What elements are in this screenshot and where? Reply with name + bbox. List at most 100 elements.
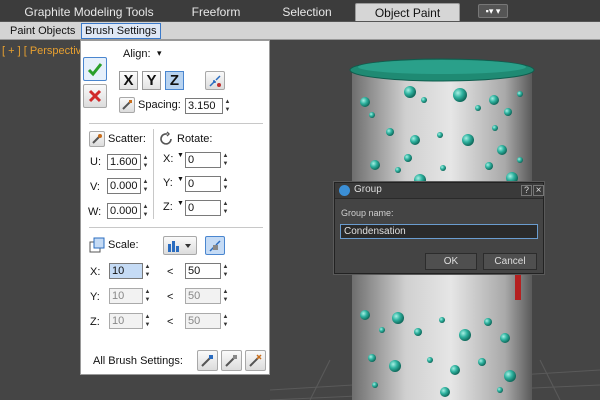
scale-mode-icon — [168, 240, 191, 252]
spinner-arrows[interactable]: ▲ ▼ — [222, 152, 229, 168]
rotate-z-input[interactable] — [185, 200, 221, 216]
ok-button[interactable]: OK — [425, 253, 477, 270]
scale-x-less-than: < — [167, 266, 174, 278]
can-lid-top — [358, 60, 526, 74]
scatter-v-input[interactable] — [107, 178, 141, 194]
align-z-button[interactable]: Z — [165, 71, 184, 90]
scale-x-label: X: — [90, 266, 101, 278]
tab-freeform[interactable]: Freeform — [186, 3, 246, 21]
brush-icon — [122, 100, 132, 110]
subtab-brush-settings[interactable]: Brush Settings — [81, 23, 161, 39]
help-button[interactable]: ? — [521, 185, 532, 196]
scale-y-max-input[interactable] — [185, 288, 221, 304]
rotate-x-spinner[interactable]: ▲▼ — [185, 152, 229, 168]
rotate-y-dropdown[interactable]: ▼ — [177, 176, 184, 183]
close-button[interactable]: × — [533, 185, 544, 196]
subtab-paint-objects[interactable]: Paint Objects — [6, 23, 79, 39]
divider — [153, 129, 154, 219]
flip-axis-button[interactable] — [205, 71, 225, 90]
scatter-w-label: W: — [88, 206, 102, 218]
spinner-arrows[interactable]: ▲ ▼ — [222, 288, 229, 304]
scale-z-min-spinner[interactable]: ▲▼ — [109, 313, 151, 329]
scatter-label: Scatter: — [108, 133, 146, 145]
scale-z-max-input[interactable] — [185, 313, 221, 329]
scatter-w-spinner[interactable]: ▲▼ — [107, 203, 149, 219]
rotate-z-spinner[interactable]: ▲▼ — [185, 200, 229, 216]
reset-brush-settings-button[interactable] — [245, 350, 266, 371]
scatter-icon-button[interactable] — [89, 131, 105, 147]
tab-selection[interactable]: Selection — [276, 3, 338, 21]
rotate-y-label: Y: — [163, 177, 173, 189]
scale-icon — [89, 237, 105, 253]
spinner-arrows[interactable]: ▲ ▼ — [144, 288, 151, 304]
align-label: Align: — [123, 48, 151, 60]
viewport-label[interactable]: [ + ] [ Perspective — [2, 45, 87, 57]
align-x-button[interactable]: X — [119, 71, 138, 90]
accept-button[interactable] — [83, 57, 107, 81]
scatter-v-label: V: — [90, 181, 100, 193]
tab-graphite-modeling-tools[interactable]: Graphite Modeling Tools — [14, 3, 164, 21]
scale-y-min-spinner[interactable]: ▲▼ — [109, 288, 151, 304]
spinner-arrows[interactable]: ▲ ▼ — [144, 313, 151, 329]
align-y-button[interactable]: Y — [142, 71, 161, 90]
spacing-input[interactable] — [185, 98, 223, 114]
scale-mode-dropdown[interactable] — [163, 236, 197, 255]
spinner-arrows[interactable]: ▲ ▼ — [222, 263, 229, 279]
rotate-y-input[interactable] — [185, 176, 221, 192]
rotate-x-input[interactable] — [185, 152, 221, 168]
save-brush-settings-button[interactable] — [197, 350, 218, 371]
spinner-arrows[interactable]: ▲ ▼ — [142, 178, 149, 194]
scale-z-less-than: < — [167, 316, 174, 328]
scale-z-min-input[interactable] — [109, 313, 143, 329]
spacing-spinner[interactable]: ▲▼ — [185, 98, 231, 114]
scale-x-max-input[interactable] — [185, 263, 221, 279]
spinner-arrows[interactable]: ▲ ▼ — [142, 203, 149, 219]
scale-x-min-spinner[interactable]: ▲▼ — [109, 263, 151, 279]
divider — [89, 227, 263, 228]
spinner-arrows[interactable]: ▲ ▼ — [144, 263, 151, 279]
cancel-button[interactable] — [83, 84, 107, 108]
scale-lock-button[interactable] — [205, 236, 225, 255]
scatter-u-input[interactable] — [107, 154, 141, 170]
flip-axis-icon — [209, 74, 221, 87]
scatter-v-spinner[interactable]: ▲▼ — [107, 178, 149, 194]
scale-y-min-input[interactable] — [109, 288, 143, 304]
rotate-y-spinner[interactable]: ▲▼ — [185, 176, 229, 192]
load-brush-settings-button[interactable] — [221, 350, 242, 371]
align-dropdown-arrow[interactable]: ▾ — [157, 48, 162, 59]
spinner-arrows[interactable]: ▲ ▼ — [222, 200, 229, 216]
can-label-stripe — [515, 270, 521, 300]
dialog-cancel-button[interactable]: Cancel — [483, 253, 537, 270]
spinner-arrows[interactable]: ▲ ▼ — [142, 154, 149, 170]
dialog-title-bar[interactable]: Group ? × — [335, 183, 544, 199]
rotate-z-label: Z: — [163, 201, 173, 213]
rotate-z-dropdown[interactable]: ▼ — [177, 200, 184, 207]
scale-x-max-spinner[interactable]: ▲▼ — [185, 263, 229, 279]
scatter-w-input[interactable] — [107, 203, 141, 219]
spacing-icon-button[interactable] — [119, 97, 135, 113]
group-name-input[interactable] — [340, 224, 538, 239]
app-logo-icon — [339, 185, 350, 196]
scale-label: Scale: — [108, 239, 139, 251]
spinner-arrows[interactable]: ▲ ▼ — [222, 313, 229, 329]
scale-y-max-spinner[interactable]: ▲▼ — [185, 288, 229, 304]
cross-icon — [88, 89, 102, 103]
brush-save-icon — [201, 355, 213, 367]
scale-z-label: Z: — [90, 316, 100, 328]
brush-settings-panel: Align: ▾ X Y Z Spacing: ▲▼ Scatter: — [80, 40, 270, 375]
ribbon-menu-dropdown[interactable]: ▪▾ ▾ — [478, 4, 508, 18]
rotate-x-dropdown[interactable]: ▼ — [177, 152, 184, 159]
spinner-arrows[interactable]: ▲ ▼ — [224, 98, 231, 114]
divider — [89, 123, 263, 124]
spacing-label: Spacing: — [138, 99, 181, 111]
scale-x-min-input[interactable] — [109, 263, 143, 279]
dialog-title: Group — [354, 184, 382, 195]
scatter-u-label: U: — [90, 156, 101, 168]
all-brush-settings-label: All Brush Settings: — [93, 355, 183, 367]
scale-z-max-spinner[interactable]: ▲▼ — [185, 313, 229, 329]
ribbon-panel-bar: Paint Objects Brush Settings — [0, 22, 600, 40]
spinner-arrows[interactable]: ▲ ▼ — [222, 176, 229, 192]
scatter-u-spinner[interactable]: ▲▼ — [107, 154, 149, 170]
rotate-icon — [159, 131, 175, 147]
tab-object-paint[interactable]: Object Paint — [355, 3, 460, 21]
